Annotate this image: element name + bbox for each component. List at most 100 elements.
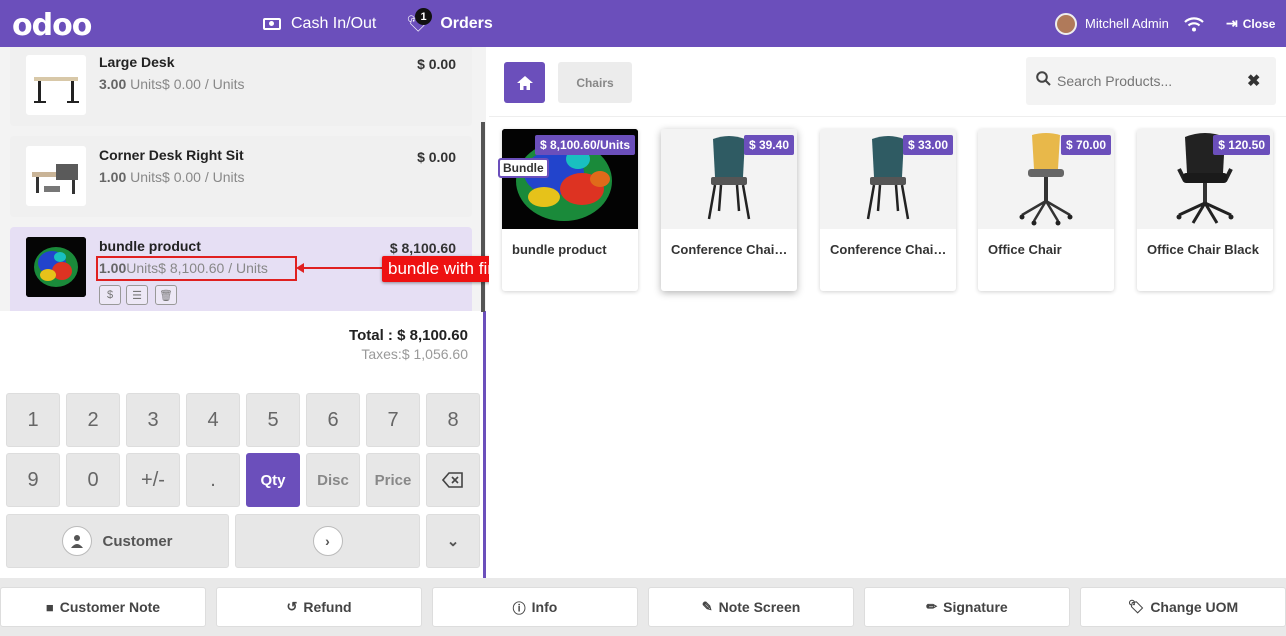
product-name: Conference Chair (... bbox=[671, 242, 789, 257]
more-button[interactable]: ⌄ bbox=[426, 514, 480, 568]
products-pane: Chairs ✖ $ 8,100.60/Units bundle product… bbox=[489, 47, 1286, 578]
chevron-down-icon: ⌄ bbox=[446, 533, 460, 550]
large-desk-image bbox=[26, 55, 86, 115]
tag-icon: 🏷 bbox=[1127, 599, 1145, 614]
edit-icon: ✎ bbox=[701, 599, 713, 614]
category-button-chairs[interactable]: Chairs bbox=[558, 62, 632, 103]
cash-in-out-label: Cash In/Out bbox=[291, 14, 377, 32]
product-name: Conference Chair (... bbox=[830, 242, 948, 257]
product-price-tag: $ 39.40 bbox=[743, 135, 794, 155]
note-screen-button[interactable]: ✎ Note Screen bbox=[648, 587, 854, 627]
cash-in-out-button[interactable]: Cash In/Out bbox=[263, 0, 376, 47]
numpad-key-1[interactable]: 1 bbox=[6, 393, 60, 447]
customer-note-button[interactable]: ■ Customer Note bbox=[0, 587, 206, 627]
orderline-qty: 1.00 bbox=[99, 169, 127, 185]
annotation-arrowhead bbox=[296, 263, 304, 273]
product-price-tag: $ 33.00 bbox=[902, 135, 953, 155]
numpad-sign-key[interactable]: +/- bbox=[126, 453, 180, 507]
numpad-key-0[interactable]: 0 bbox=[66, 453, 120, 507]
change-uom-label: Change UOM bbox=[1150, 599, 1239, 615]
home-category-button[interactable] bbox=[504, 62, 545, 103]
info-circle-icon: ⓘ bbox=[512, 600, 526, 616]
product-price-tag: $ 8,100.60/Units bbox=[534, 135, 635, 155]
product-card-office-chair-black[interactable]: $ 120.50 Office Chair Black bbox=[1137, 129, 1273, 291]
orderline-info: 3.00 Units$ 0.00 / Units bbox=[99, 76, 245, 92]
undo-icon: ↺ bbox=[286, 599, 298, 614]
product-price-tag: $ 120.50 bbox=[1213, 135, 1270, 155]
orderline-name: Corner Desk Right Sit bbox=[99, 147, 244, 163]
sign-out-icon: ⇥ bbox=[1226, 15, 1238, 31]
refund-button[interactable]: ↺ Refund bbox=[216, 587, 422, 627]
product-card-conference-chair-1[interactable]: $ 39.40 Conference Chair (... bbox=[661, 129, 797, 291]
orders-count-badge: 1 bbox=[415, 8, 432, 25]
user-name: Mitchell Admin bbox=[1085, 16, 1169, 31]
numpad-key-4[interactable]: 4 bbox=[186, 393, 240, 447]
chevron-right-icon: › bbox=[312, 526, 343, 556]
orderline-qty: 3.00 bbox=[99, 76, 127, 92]
search-icon bbox=[1036, 71, 1051, 91]
product-search[interactable]: ✖ bbox=[1026, 57, 1276, 105]
search-input[interactable] bbox=[1057, 73, 1247, 89]
avatar bbox=[1055, 12, 1077, 35]
product-card-conference-chair-2[interactable]: $ 33.00 Conference Chair (... bbox=[820, 129, 956, 291]
corner-desk-image bbox=[26, 146, 86, 206]
product-card-office-chair[interactable]: $ 70.00 Office Chair bbox=[978, 129, 1114, 291]
orderline-unit-price: Units$ 0.00 / Units bbox=[130, 169, 245, 185]
orderline-name: bundle product bbox=[99, 238, 201, 254]
orders-label: Orders bbox=[440, 14, 493, 32]
annotation-arrow bbox=[298, 267, 382, 269]
numpad-key-2[interactable]: 2 bbox=[66, 393, 120, 447]
disc-mode-button[interactable]: Disc bbox=[306, 453, 360, 507]
wifi-icon bbox=[1184, 0, 1204, 47]
bundle-product-image bbox=[26, 237, 86, 297]
product-price-tag: $ 70.00 bbox=[1060, 135, 1111, 155]
numpad-key-7[interactable]: 7 bbox=[366, 393, 420, 447]
info-button[interactable]: ⓘ Info bbox=[432, 587, 638, 627]
order-pane: Large Desk 3.00 Units$ 0.00 / Units $ 0.… bbox=[0, 47, 591, 578]
qty-mode-button[interactable]: Qty bbox=[246, 453, 300, 507]
annotation-highlight-box bbox=[96, 256, 297, 281]
orderlines-scrollbar[interactable] bbox=[481, 122, 485, 312]
orderline-price: $ 0.00 bbox=[417, 149, 456, 165]
order-total: Total : $ 8,100.60 bbox=[349, 327, 468, 344]
info-label: Info bbox=[531, 599, 558, 615]
product-name: Office Chair Black bbox=[1147, 242, 1259, 257]
change-uom-button[interactable]: 🏷 Change UOM bbox=[1080, 587, 1286, 627]
backspace-button[interactable] bbox=[426, 453, 480, 507]
numpad-key-8[interactable]: 8 bbox=[426, 393, 480, 447]
home-icon bbox=[516, 75, 533, 90]
orderline-unit-price: Units$ 0.00 / Units bbox=[130, 76, 245, 92]
cash-icon bbox=[263, 17, 281, 30]
orderline[interactable]: Large Desk 3.00 Units$ 0.00 / Units $ 0.… bbox=[10, 47, 472, 126]
close-button[interactable]: ⇥ Close bbox=[1226, 0, 1275, 47]
numpad-key-3[interactable]: 3 bbox=[126, 393, 180, 447]
numpad-decimal-key[interactable]: . bbox=[186, 453, 240, 507]
refund-label: Refund bbox=[303, 599, 352, 615]
orderline-info: 1.00 Units$ 0.00 / Units bbox=[99, 169, 245, 185]
order-taxes: Taxes:$ 1,056.60 bbox=[361, 346, 468, 362]
top-bar: odoo Cash In/Out 🏷 Orders 1 Mitchell Adm… bbox=[0, 0, 1286, 47]
numpad-key-5[interactable]: 5 bbox=[246, 393, 300, 447]
customer-button[interactable]: Customer bbox=[6, 514, 229, 568]
customer-label: Customer bbox=[102, 532, 173, 550]
price-mode-button[interactable]: Price bbox=[366, 453, 420, 507]
action-bar: ■ Customer Note ↺ Refund ⓘ Info ✎ Note S… bbox=[0, 578, 1286, 636]
close-label: Close bbox=[1242, 16, 1276, 31]
line-details-button[interactable]: ☰ bbox=[126, 285, 148, 305]
note-screen-label: Note Screen bbox=[718, 599, 801, 615]
signature-button[interactable]: ✏ Signature bbox=[864, 587, 1070, 627]
product-name: Office Chair bbox=[988, 242, 1062, 257]
product-name: bundle product bbox=[512, 242, 607, 257]
orderline[interactable]: Corner Desk Right Sit 1.00 Units$ 0.00 /… bbox=[10, 136, 472, 217]
price-line-button[interactable]: $ bbox=[99, 285, 121, 305]
backspace-icon bbox=[442, 472, 463, 488]
product-card-bundle[interactable]: $ 8,100.60/Units bundle product bbox=[502, 129, 638, 291]
delete-line-button[interactable]: 🗑 bbox=[155, 285, 177, 305]
clear-search-icon[interactable]: ✖ bbox=[1247, 71, 1260, 91]
payment-button[interactable]: › bbox=[235, 514, 420, 568]
numpad-key-9[interactable]: 9 bbox=[6, 453, 60, 507]
numpad-key-6[interactable]: 6 bbox=[306, 393, 360, 447]
orderline-name: Large Desk bbox=[99, 54, 175, 70]
pencil-icon: ✏ bbox=[926, 599, 938, 614]
user-menu[interactable]: Mitchell Admin bbox=[1055, 0, 1169, 47]
